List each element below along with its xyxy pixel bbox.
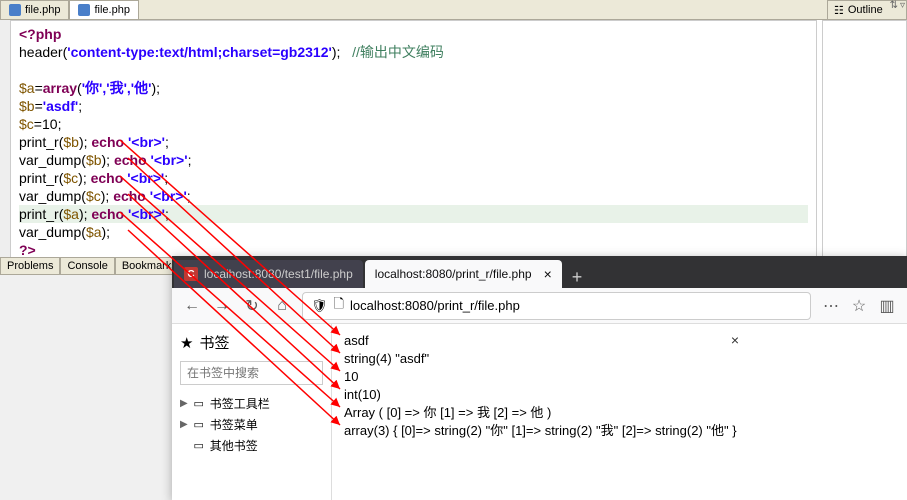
output-line-5: Array ( [0] => 你 [1] => 我 [2] => 他 ) — [344, 404, 895, 422]
tab-title: localhost:8080/print_r/file.php — [375, 267, 532, 281]
collapse-icon[interactable]: ▿ — [900, 0, 905, 11]
code-line-8: var_dump($b); echo '<br>'; — [19, 151, 808, 169]
code-line-11: print_r($a); echo '<br>'; — [19, 205, 808, 223]
forward-button[interactable]: → — [210, 294, 234, 318]
problems-tab[interactable]: Problems — [0, 257, 60, 275]
bookmark-label: 书签菜单 — [210, 416, 258, 433]
bookmark-label: 书签工具栏 — [210, 395, 270, 412]
close-tab-icon[interactable]: × — [544, 266, 552, 282]
code-line-5: $b='asdf'; — [19, 97, 808, 115]
output-line-2: string(4) "asdf" — [344, 350, 895, 368]
close-sidebar-icon[interactable]: × — [731, 332, 739, 348]
bookmarks-title: 书签 — [199, 332, 229, 353]
code-line-3 — [19, 61, 808, 79]
reload-button[interactable]: ↻ — [240, 294, 264, 318]
star-icon: ★ — [180, 334, 193, 352]
nav-buttons: ← → ↻ ⌂ — [180, 294, 294, 318]
ide-window: file.php file.php ☷ Outline ⇅ ▿ <?php he… — [0, 0, 907, 275]
bookmark-folder-menu[interactable]: ▶ ▭ 书签菜单 — [180, 414, 323, 435]
outline-toolbar: ⇅ ▿ — [890, 0, 905, 11]
bookmarks-sidebar: × ★ 书签 ▶▭书签工具栏 ▶▭书签菜单 ▶▭其他书签 — [172, 324, 332, 500]
folder-icon: ▭ — [192, 418, 206, 432]
code-line-12: var_dump($a); — [19, 223, 808, 241]
outline-label: Outline — [848, 4, 883, 16]
library-icon[interactable]: ▥ — [875, 294, 899, 318]
browser-tab-1[interactable]: C localhost:8080/test1/file.php — [174, 260, 363, 288]
back-button[interactable]: ← — [180, 294, 204, 318]
tab-title: localhost:8080/test1/file.php — [204, 267, 353, 281]
expand-icon: ▶ — [180, 419, 188, 430]
editor-tab-1[interactable]: file.php — [0, 0, 69, 19]
code-line-10: var_dump($c); echo '<br>'; — [19, 187, 808, 205]
editor-tab-2[interactable]: file.php — [69, 0, 138, 19]
expand-icon: ▶ — [180, 398, 188, 409]
console-tab[interactable]: Console — [60, 257, 114, 275]
tab-label: file.php — [94, 4, 129, 16]
output-line-4: int(10) — [344, 386, 895, 404]
php-file-icon — [9, 4, 21, 16]
shield-icon: 🛡 — [311, 298, 328, 314]
bookmark-folder-toolbar[interactable]: ▶ ▭ 书签工具栏 — [180, 393, 323, 414]
folder-icon: ▭ — [192, 397, 206, 411]
browser-tab-2[interactable]: localhost:8080/print_r/file.php × — [365, 260, 562, 288]
code-line-4: $a=array('你','我','他'); — [19, 79, 808, 97]
browser-body: × ★ 书签 ▶ ▭ 书签工具栏 ▶ ▭ 书签菜单 ▶ ▭ 其他书签 asdf string… — [172, 324, 907, 500]
bookmark-folder-other[interactable]: ▶▭其他书签 — [180, 435, 323, 456]
browser-actions: ⋯ ☆ ▥ — [819, 294, 899, 318]
outline-panel-body — [822, 20, 907, 275]
editor-gutter — [0, 20, 10, 275]
favicon-icon: C — [184, 267, 198, 281]
browser-tab-bar: C localhost:8080/test1/file.php localhos… — [172, 256, 907, 288]
tab-label: file.php — [25, 4, 60, 16]
url-text: localhost:8080/print_r/file.php — [350, 298, 520, 313]
bookmarks-search-input[interactable] — [180, 361, 323, 385]
folder-icon: ▭ — [192, 439, 206, 453]
sort-icon[interactable]: ⇅ — [890, 0, 898, 11]
output-line-3: 10 — [344, 368, 895, 386]
browser-toolbar: ← → ↻ ⌂ 🛡 🗋 localhost:8080/print_r/file.… — [172, 288, 907, 324]
output-line-6: array(3) { [0]=> string(2) "你" [1]=> str… — [344, 422, 895, 440]
ide-tab-bar: file.php file.php — [0, 0, 907, 20]
bookmark-star-icon[interactable]: ☆ — [847, 294, 871, 318]
code-line-2: header('content-type:text/html;charset=g… — [19, 43, 808, 61]
address-bar[interactable]: 🛡 🗋 localhost:8080/print_r/file.php — [302, 292, 811, 320]
php-file-icon — [78, 4, 90, 16]
code-line-9: print_r($c); echo '<br>'; — [19, 169, 808, 187]
page-content: asdf string(4) "asdf" 10 int(10) Array (… — [332, 324, 907, 500]
code-editor[interactable]: <?php header('content-type:text/html;cha… — [10, 20, 817, 275]
ide-bottom-tabs: Problems Console Bookmarks — [0, 257, 184, 275]
new-tab-button[interactable]: + — [562, 267, 593, 288]
browser-window: C localhost:8080/test1/file.php localhos… — [172, 256, 907, 500]
code-line-1: <?php — [19, 25, 808, 43]
more-icon[interactable]: ⋯ — [819, 294, 843, 318]
info-icon: 🗋 — [334, 295, 344, 317]
home-button[interactable]: ⌂ — [270, 294, 294, 318]
outline-icon: ☷ — [834, 4, 844, 17]
code-line-7: print_r($b); echo '<br>'; — [19, 133, 808, 151]
output-line-1: asdf — [344, 332, 895, 350]
code-line-6: $c=10; — [19, 115, 808, 133]
bookmark-label: 其他书签 — [210, 437, 258, 454]
bookmarks-header: ★ 书签 — [180, 332, 323, 353]
